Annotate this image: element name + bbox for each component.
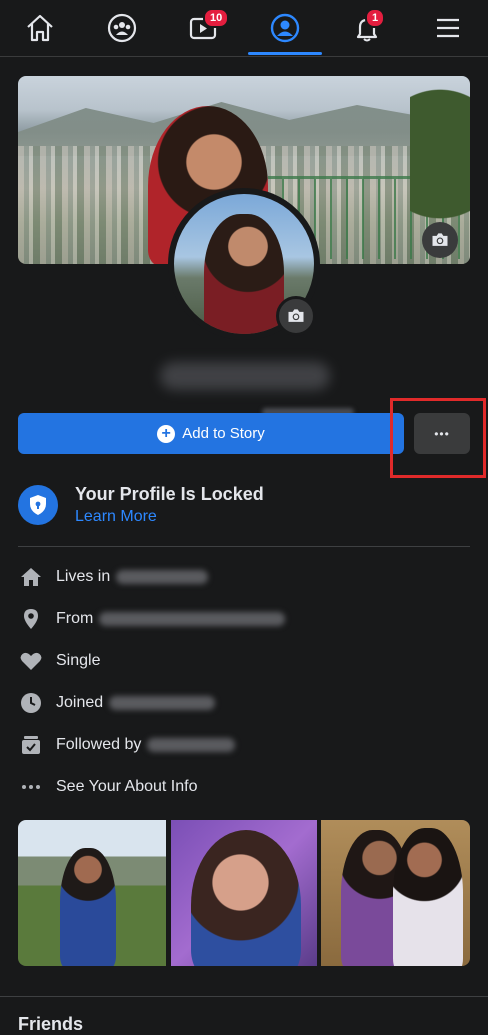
followers-icon	[22, 736, 40, 754]
more-icon	[22, 785, 40, 789]
watch-badge: 10	[203, 8, 230, 28]
redacted-text	[116, 570, 209, 584]
friends-section-title: Friends	[18, 1014, 84, 1034]
nav-groups[interactable]	[92, 0, 152, 56]
divider	[18, 546, 470, 547]
camera-icon	[432, 233, 448, 246]
location-pin-icon	[24, 609, 38, 629]
profile-name-redacted	[160, 362, 330, 390]
from-label: From	[56, 610, 94, 627]
intro-followed-by: Followed by	[18, 732, 236, 758]
learn-more-link[interactable]: Learn More	[75, 508, 157, 526]
profile-picture[interactable]	[168, 188, 320, 340]
intro-relationship: Single	[18, 648, 100, 674]
redacted-text	[99, 612, 286, 626]
see-about-info[interactable]: See Your About Info	[18, 774, 197, 800]
clock-icon	[21, 693, 41, 713]
joined-label: Joined	[56, 694, 104, 711]
featured-photo-1[interactable]	[18, 820, 166, 966]
intro-joined: Joined	[18, 690, 216, 716]
divider	[0, 996, 488, 997]
home-icon	[21, 568, 41, 586]
see-about-label: See Your About Info	[56, 778, 198, 795]
add-to-story-button[interactable]: + Add to Story	[18, 413, 404, 454]
add-to-story-label: Add to Story	[182, 425, 265, 442]
nav-menu[interactable]	[418, 0, 478, 56]
edit-profile-picture-button[interactable]	[276, 296, 316, 336]
plus-icon: +	[157, 424, 176, 443]
active-tab-indicator	[248, 52, 322, 55]
menu-icon	[437, 18, 459, 38]
intro-lives-in: Lives in	[18, 564, 209, 590]
camera-icon	[288, 309, 304, 322]
top-navigation-bar: 10 1	[0, 0, 488, 57]
intro-from: From	[18, 606, 286, 632]
redacted-text	[109, 696, 216, 710]
featured-photo-2[interactable]	[171, 820, 317, 966]
groups-icon	[107, 13, 137, 43]
redacted-text	[147, 738, 236, 752]
featured-photo-3[interactable]	[321, 820, 470, 966]
profile-locked-title: Your Profile Is Locked	[75, 484, 264, 504]
nav-notifications[interactable]: 1	[337, 0, 397, 56]
nav-profile[interactable]	[255, 0, 315, 56]
relationship-label: Single	[56, 652, 101, 669]
profile-icon	[270, 13, 300, 43]
nav-watch[interactable]: 10	[173, 0, 233, 56]
edit-cover-button[interactable]	[422, 222, 458, 258]
home-icon	[27, 14, 53, 42]
notifications-badge: 1	[365, 8, 386, 28]
followed-by-label: Followed by	[56, 736, 142, 753]
nav-home[interactable]	[10, 0, 70, 56]
profile-lock-icon	[18, 485, 58, 525]
heart-icon	[20, 652, 42, 670]
highlight-box	[390, 398, 486, 478]
lives-in-label: Lives in	[56, 568, 111, 585]
